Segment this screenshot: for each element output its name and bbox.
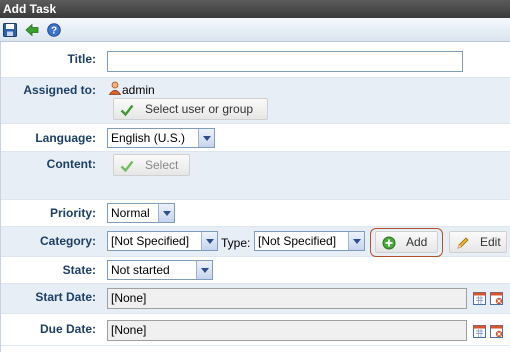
start-date-field[interactable]: [None] <box>107 288 467 309</box>
priority-value: Normal <box>111 206 150 220</box>
due-date-label: Due Date: <box>39 322 96 336</box>
help-icon[interactable]: ? <box>47 23 61 37</box>
content-row: Content: Select <box>1 152 510 200</box>
language-label: Language: <box>35 131 96 145</box>
edit-label: Edit <box>480 235 501 249</box>
type-label: Type: <box>221 236 251 250</box>
assigned-row: Assigned to: admin Select user or group <box>1 78 510 124</box>
calendar-icon[interactable] <box>473 292 486 305</box>
chevron-down-icon <box>158 204 174 222</box>
priority-row: Priority: Normal <box>1 200 510 227</box>
calendar-icon[interactable] <box>473 325 486 338</box>
state-select[interactable]: Not started <box>107 260 213 280</box>
assigned-user: admin <box>122 83 155 97</box>
select-user-label: Select user or group <box>145 102 254 116</box>
language-value: English (U.S.) <box>111 131 186 145</box>
add-icon <box>382 236 396 250</box>
priority-select[interactable]: Normal <box>107 203 175 223</box>
edit-category-button[interactable]: Edit <box>449 231 507 253</box>
window-title: Add Task <box>0 0 510 18</box>
select-content-button[interactable]: Select <box>113 154 190 176</box>
category-value: [Not Specified] <box>111 234 190 248</box>
clear-date-icon[interactable] <box>490 325 503 338</box>
add-category-button[interactable]: Add <box>375 231 438 253</box>
language-row: Language: English (U.S.) <box>1 124 510 152</box>
check-icon <box>120 104 134 117</box>
title-input[interactable] <box>107 51 463 72</box>
chevron-down-icon <box>196 261 212 279</box>
title-row: Title: <box>1 42 510 78</box>
chevron-down-icon <box>201 232 217 250</box>
start-date-label: Start Date: <box>35 290 96 304</box>
clear-date-icon[interactable] <box>490 292 503 305</box>
assigned-label: Assigned to: <box>23 83 96 97</box>
due-date-field[interactable]: [None] <box>107 320 467 341</box>
category-label: Category: <box>39 234 96 248</box>
pencil-icon <box>457 237 469 249</box>
toolbar: ? <box>0 18 510 42</box>
chevron-down-icon <box>348 232 364 250</box>
select-content-label: Select <box>145 158 179 172</box>
task-form: Title: Assigned to: admin Select user or… <box>0 42 510 352</box>
title-label: Title: <box>67 52 96 66</box>
category-select[interactable]: [Not Specified] <box>107 231 218 251</box>
due-date-row: Due Date: [None] <box>1 314 510 346</box>
type-value: [Not Specified] <box>258 234 337 248</box>
check-icon <box>120 160 134 173</box>
state-row: State: Not started <box>1 257 510 284</box>
start-date-row: Start Date: [None] <box>1 284 510 314</box>
state-label: State: <box>62 263 96 277</box>
chevron-down-icon <box>198 129 214 147</box>
svg-text:?: ? <box>51 26 57 37</box>
type-select[interactable]: [Not Specified] <box>254 231 365 251</box>
priority-label: Priority: <box>49 206 96 220</box>
state-value: Not started <box>111 263 170 277</box>
save-icon[interactable] <box>3 23 17 37</box>
add-label: Add <box>406 235 428 249</box>
category-row: Category: [Not Specified] Type: [Not Spe… <box>1 227 510 257</box>
content-label: Content: <box>46 157 96 171</box>
back-arrow-icon[interactable] <box>25 23 39 37</box>
language-select[interactable]: English (U.S.) <box>107 128 215 148</box>
select-user-button[interactable]: Select user or group <box>113 98 268 120</box>
user-icon <box>108 81 122 95</box>
